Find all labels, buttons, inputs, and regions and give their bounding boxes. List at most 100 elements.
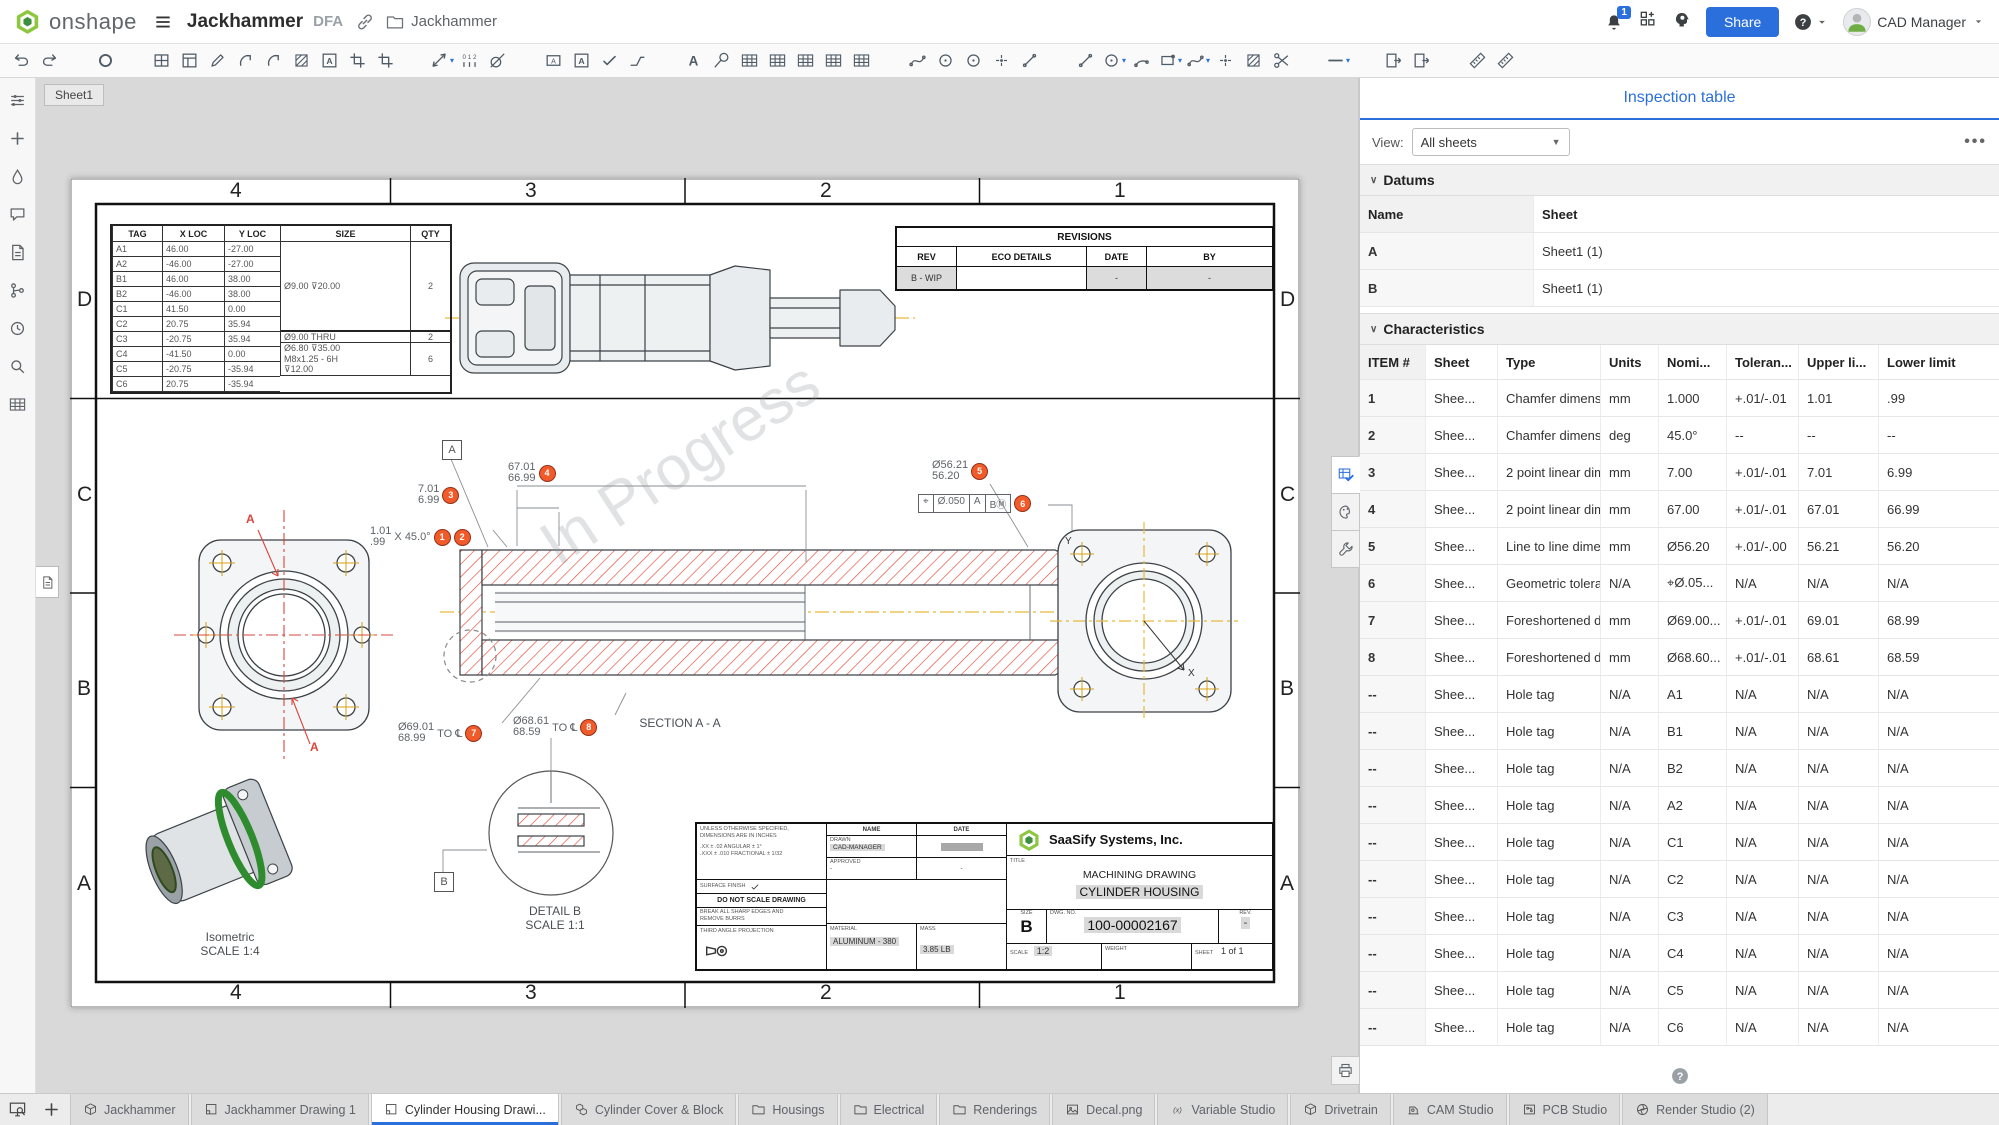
dimension-callout[interactable]: 1.01.99 X 45.0° 1 2 (370, 526, 471, 548)
sheet-tab[interactable]: Sheet1 (44, 84, 104, 106)
characteristic-row[interactable]: 7 Shee... Foreshortened dia... mm Ø69.00… (1360, 602, 1999, 639)
ordinate-dimension-icon[interactable] (456, 47, 484, 75)
document-tab[interactable]: Housings (738, 1094, 837, 1125)
tools-panel-tab[interactable] (1331, 530, 1360, 568)
annotate-pencil-icon[interactable] (204, 47, 232, 75)
sheet-settings-icon[interactable] (176, 47, 204, 75)
crop-view-icon[interactable] (372, 47, 400, 75)
properties-icon[interactable] (6, 240, 30, 264)
dimension-callout[interactable]: Ø69.0168.99 TO ℄ 7 (398, 722, 482, 744)
document-tab[interactable]: Cylinder Housing Drawi... (371, 1094, 559, 1125)
characteristic-row[interactable]: 4 Shee... 2 point linear dime... mm 67.0… (1360, 491, 1999, 528)
dimension-callout[interactable]: Ø56.2156.20 5 (932, 460, 988, 482)
measure-icon[interactable] (1464, 47, 1492, 75)
appearance-panel-tab[interactable] (1331, 493, 1360, 530)
inspection-table-tab[interactable] (1331, 456, 1360, 493)
document-tab[interactable]: Renderings (939, 1094, 1050, 1125)
characteristic-row[interactable]: -- Shee... Hole tag N/A A1 N/A N/A N/A (1360, 676, 1999, 713)
divider[interactable] (120, 47, 148, 75)
tab-manager-button[interactable] (0, 1094, 34, 1125)
break-view-icon[interactable] (344, 47, 372, 75)
centroid-icon[interactable] (960, 47, 988, 75)
table-icon[interactable] (736, 47, 764, 75)
weld-symbol-icon[interactable] (624, 47, 652, 75)
divider[interactable] (1296, 47, 1324, 75)
document-tab[interactable]: Render Studio (2) (1622, 1094, 1768, 1125)
bom-icon[interactable] (6, 392, 30, 416)
hole-table-icon[interactable] (764, 47, 792, 75)
datum-b-label[interactable]: B (434, 872, 454, 892)
sketch-rectangle-icon[interactable]: ▾ (1156, 47, 1184, 75)
characteristic-row[interactable]: -- Shee... Hole tag N/A C5 N/A N/A N/A (1360, 972, 1999, 1009)
auxiliary-view-icon[interactable] (260, 47, 288, 75)
learning-center-button[interactable] (1672, 9, 1692, 34)
characteristic-row[interactable]: -- Shee... Hole tag N/A A2 N/A N/A N/A (1360, 787, 1999, 824)
document-tab[interactable]: Electrical (840, 1094, 938, 1125)
split-icon[interactable] (1268, 47, 1296, 75)
undo-icon[interactable] (8, 47, 36, 75)
dimension-callout[interactable]: Ø68.6168.59 TO ℄ 8 (513, 716, 597, 738)
select-tool-icon[interactable] (92, 47, 120, 75)
characteristic-row[interactable]: 3 Shee... 2 point linear dime... mm 7.00… (1360, 454, 1999, 491)
characteristic-row[interactable]: -- Shee... Hole tag N/A C3 N/A N/A N/A (1360, 898, 1999, 935)
copy-link-icon[interactable] (355, 12, 375, 32)
divider[interactable] (876, 47, 904, 75)
section-view-icon[interactable] (288, 47, 316, 75)
centerline-icon[interactable] (904, 47, 932, 75)
view-select[interactable]: All sheets ▼ (1412, 128, 1570, 156)
app-store-button[interactable] (1638, 9, 1658, 34)
print-table-button[interactable] (1331, 1056, 1360, 1085)
document-tab[interactable]: CAM Studio (1393, 1094, 1507, 1125)
revisions-table[interactable]: REVISIONS REV ECO DETAILS DATE BY B - WI… (895, 226, 1274, 291)
print-drawing-icon[interactable] (1408, 47, 1436, 75)
bend-table-icon[interactable] (792, 47, 820, 75)
divider[interactable] (512, 47, 540, 75)
document-tab[interactable]: Drivetrain (1290, 1094, 1391, 1125)
cut-list-icon[interactable] (848, 47, 876, 75)
sketch-spline-icon[interactable]: ▾ (1184, 47, 1212, 75)
comments-icon[interactable] (6, 202, 30, 226)
divider[interactable] (1436, 47, 1464, 75)
sheets-panel-toggle[interactable] (36, 566, 59, 598)
divider[interactable] (1044, 47, 1072, 75)
characteristic-row[interactable]: -- Shee... Hole tag N/A C1 N/A N/A N/A (1360, 824, 1999, 861)
share-button[interactable]: Share (1706, 7, 1779, 37)
line-style-icon[interactable]: ▾ (1324, 47, 1352, 75)
surface-finish-icon[interactable] (596, 47, 624, 75)
dimension-callout[interactable]: 7.016.99 3 (418, 484, 459, 506)
divider[interactable] (652, 47, 680, 75)
publications-icon[interactable] (6, 126, 30, 150)
characteristic-row[interactable]: 2 Shee... Chamfer dimension deg 45.0° --… (1360, 417, 1999, 454)
characteristic-row[interactable]: -- Shee... Hole tag N/A C6 N/A N/A N/A (1360, 1009, 1999, 1046)
characteristic-row[interactable]: -- Shee... Hole tag N/A B2 N/A N/A N/A (1360, 750, 1999, 787)
projected-view-icon[interactable] (232, 47, 260, 75)
export-sheet-icon[interactable] (1380, 47, 1408, 75)
datum-a-label[interactable]: A (442, 440, 462, 460)
title-block[interactable]: UNLESS OTHERWISE SPECIFIED, DIMENSIONS A… (695, 822, 1274, 971)
center-mark-icon[interactable] (932, 47, 960, 75)
datum-row[interactable]: B Sheet1 (1) (1360, 270, 1999, 307)
sketch-arc-icon[interactable] (1128, 47, 1156, 75)
document-tab[interactable]: Jackhammer Drawing 1 (191, 1094, 369, 1125)
divider[interactable] (400, 47, 428, 75)
help-menu-button[interactable] (1793, 12, 1829, 32)
configurations-icon[interactable] (6, 88, 30, 112)
datums-section-header[interactable]: ∨ Datums (1360, 164, 1999, 196)
user-menu-button[interactable]: CAD Manager (1843, 8, 1985, 36)
search-icon[interactable] (6, 354, 30, 378)
characteristic-row[interactable]: 5 Shee... Line to line dimensi... mm Ø56… (1360, 528, 1999, 565)
sketch-circle-icon[interactable]: ▾ (1100, 47, 1128, 75)
notifications-button[interactable]: 1 (1604, 12, 1624, 32)
characteristic-row[interactable]: 8 Shee... Foreshortened dia... mm Ø68.60… (1360, 639, 1999, 676)
text-icon[interactable] (680, 47, 708, 75)
characteristic-row[interactable]: 6 Shee... Geometric tolerance N/A ⌖Ø.05.… (1360, 565, 1999, 602)
point-tool-icon[interactable] (988, 47, 1016, 75)
insert-view-icon[interactable] (148, 47, 176, 75)
trim-icon[interactable] (1016, 47, 1044, 75)
geometric-tolerance-callout[interactable]: ⌖Ø.050ABⓂ 6 (918, 494, 1031, 513)
note-icon[interactable] (540, 47, 568, 75)
parent-folder[interactable]: Jackhammer (385, 12, 497, 32)
history-icon[interactable] (6, 316, 30, 340)
characteristic-row[interactable]: -- Shee... Hole tag N/A B1 N/A N/A N/A (1360, 713, 1999, 750)
sketch-point-icon[interactable] (1212, 47, 1240, 75)
